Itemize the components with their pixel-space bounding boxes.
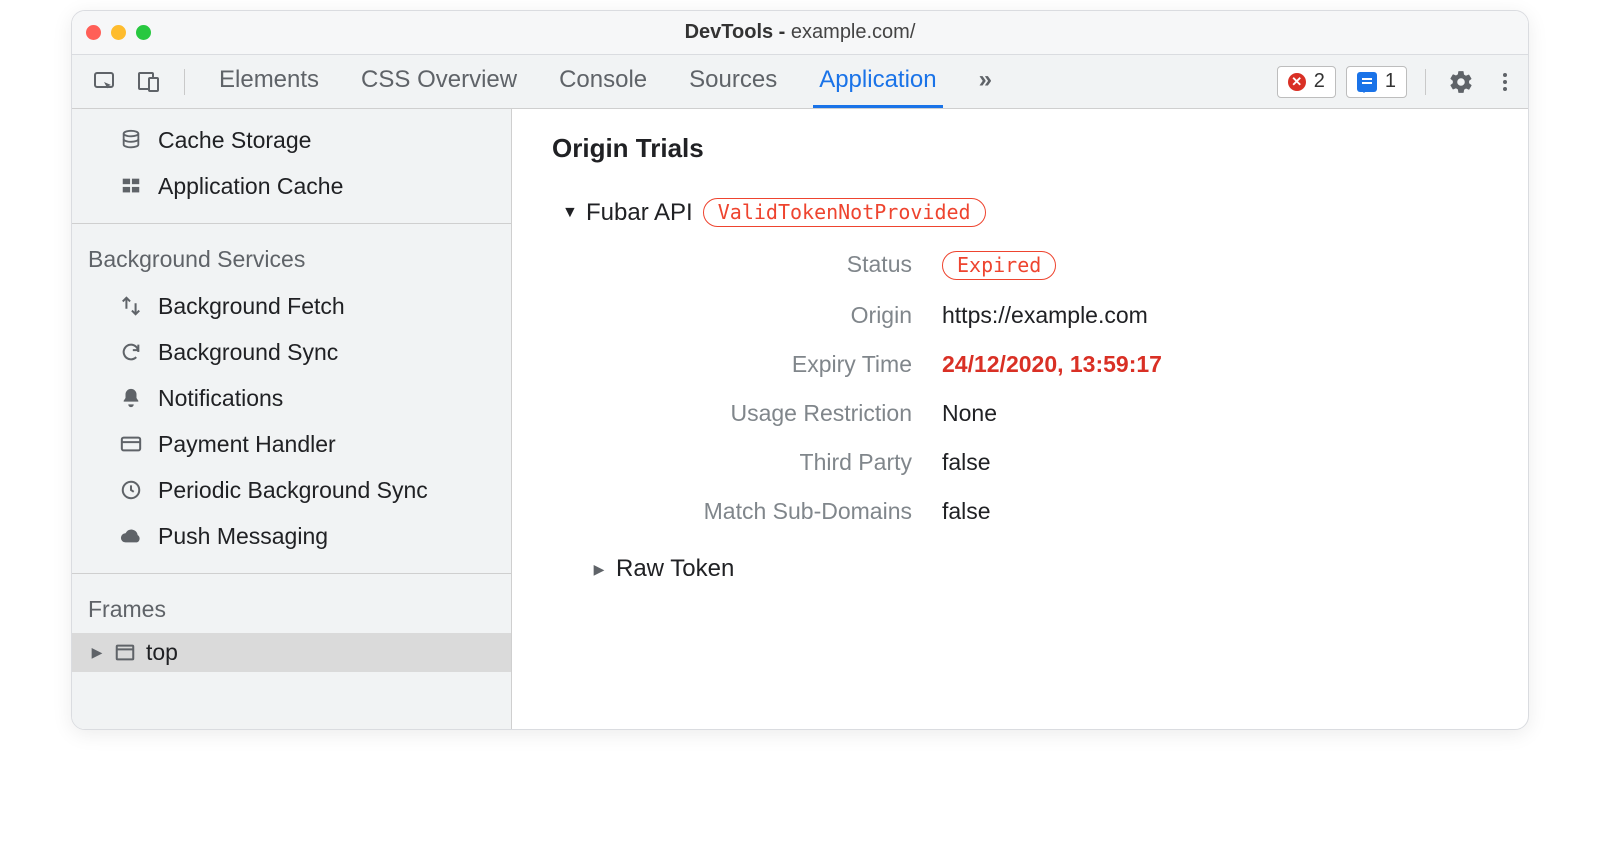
value-status: Expired (942, 251, 1488, 280)
errors-count: 2 (1314, 70, 1325, 93)
trial-status-badge: ValidTokenNotProvided (703, 198, 986, 227)
tab-elements[interactable]: Elements (213, 55, 325, 108)
settings-icon[interactable] (1444, 65, 1478, 99)
cloud-icon (118, 523, 144, 549)
window-title: DevTools - example.com/ (72, 21, 1528, 44)
tab-label: Console (559, 66, 647, 94)
sidebar-item-label: Application Cache (158, 169, 343, 203)
toolbar-divider (1425, 69, 1426, 95)
sidebar-item-background-sync[interactable]: Background Sync (72, 329, 511, 375)
transfer-icon (118, 293, 144, 319)
bell-icon (118, 385, 144, 411)
tab-label: CSS Overview (361, 66, 517, 94)
window-icon (114, 642, 136, 664)
frame-tree-top[interactable]: ▶ top (72, 633, 511, 672)
tab-application[interactable]: Application (813, 55, 942, 108)
value-thirdparty: false (942, 449, 1488, 476)
tab-label: Application (819, 66, 936, 94)
panel-tabs: Elements CSS Overview Console Sources Ap… (213, 55, 998, 108)
toolbar-divider (184, 69, 185, 95)
titlebar: DevTools - example.com/ (72, 11, 1528, 55)
page-title: Origin Trials (552, 133, 1488, 164)
tab-label: Sources (689, 66, 777, 94)
sync-icon (118, 339, 144, 365)
tab-css-overview[interactable]: CSS Overview (355, 55, 523, 108)
main-toolbar: Elements CSS Overview Console Sources Ap… (72, 55, 1528, 109)
error-icon: ✕ (1288, 73, 1306, 91)
sidebar-group-cache: Cache Storage Application Cache (72, 109, 511, 224)
status-pill: Expired (942, 251, 1056, 280)
device-toolbar-icon[interactable] (132, 65, 166, 99)
sidebar-item-label: Background Sync (158, 335, 338, 369)
tab-console[interactable]: Console (553, 55, 653, 108)
trial-row[interactable]: ▼ Fubar API ValidTokenNotProvided (562, 198, 1488, 227)
sidebar-item-payment-handler[interactable]: Payment Handler (72, 421, 511, 467)
sidebar-item-cache-storage[interactable]: Cache Storage (72, 117, 511, 163)
application-sidebar: Cache Storage Application Cache Backgrou… (72, 109, 512, 729)
more-tabs-button[interactable]: » (973, 55, 998, 108)
frame-label: top (146, 639, 178, 666)
sidebar-item-label: Cache Storage (158, 123, 311, 157)
sidebar-item-notifications[interactable]: Notifications (72, 375, 511, 421)
chevron-right-icon: ▶ (90, 644, 104, 661)
sidebar-item-background-fetch[interactable]: Background Fetch (72, 283, 511, 329)
label-origin: Origin (592, 302, 912, 329)
database-icon (118, 127, 144, 153)
issues-count: 1 (1385, 70, 1396, 93)
value-usage: None (942, 400, 1488, 427)
label-usage: Usage Restriction (592, 400, 912, 427)
issues-badge[interactable]: 1 (1346, 66, 1407, 98)
sidebar-item-label: Push Messaging (158, 519, 328, 553)
value-expiry: 24/12/2020, 13:59:17 (942, 351, 1488, 378)
sidebar-item-label: Payment Handler (158, 427, 336, 461)
sidebar-heading-background: Background Services (72, 232, 511, 283)
errors-badge[interactable]: ✕ 2 (1277, 66, 1336, 98)
sidebar-item-periodic-sync[interactable]: Periodic Background Sync (72, 467, 511, 513)
trial-details: Status Expired Origin https://example.co… (592, 251, 1488, 525)
clock-icon (118, 477, 144, 503)
sidebar-group-background: Background Services Background Fetch Bac… (72, 224, 511, 574)
raw-token-label: Raw Token (616, 555, 734, 583)
sidebar-item-label: Background Fetch (158, 289, 345, 323)
value-subdomains: false (942, 498, 1488, 525)
value-origin: https://example.com (942, 302, 1488, 329)
sidebar-group-frames: Frames ▶ top (72, 574, 511, 729)
window-title-prefix: DevTools - (685, 21, 791, 43)
sidebar-item-label: Notifications (158, 381, 283, 415)
label-status: Status (592, 251, 912, 280)
sidebar-item-application-cache[interactable]: Application Cache (72, 163, 511, 209)
window-title-url: example.com/ (791, 21, 916, 43)
tab-sources[interactable]: Sources (683, 55, 783, 108)
sidebar-item-push-messaging[interactable]: Push Messaging (72, 513, 511, 559)
chevron-right-icon: ▶ (592, 561, 606, 578)
sidebar-item-label: Periodic Background Sync (158, 473, 428, 507)
more-options-icon[interactable] (1488, 65, 1522, 99)
raw-token-row[interactable]: ▶ Raw Token (592, 555, 1488, 583)
inspect-element-icon[interactable] (88, 65, 122, 99)
label-subdomains: Match Sub-Domains (592, 498, 912, 525)
issues-icon (1357, 72, 1377, 92)
credit-card-icon (118, 431, 144, 457)
content-pane: Origin Trials ▼ Fubar API ValidTokenNotP… (512, 109, 1528, 729)
trial-name: Fubar API (586, 199, 693, 227)
grid-icon (118, 173, 144, 199)
label-thirdparty: Third Party (592, 449, 912, 476)
tab-label: Elements (219, 66, 319, 94)
devtools-window: DevTools - example.com/ Elements CSS O (71, 10, 1529, 730)
sidebar-heading-frames: Frames (72, 582, 511, 633)
chevron-down-icon: ▼ (562, 204, 576, 222)
label-expiry: Expiry Time (592, 351, 912, 378)
